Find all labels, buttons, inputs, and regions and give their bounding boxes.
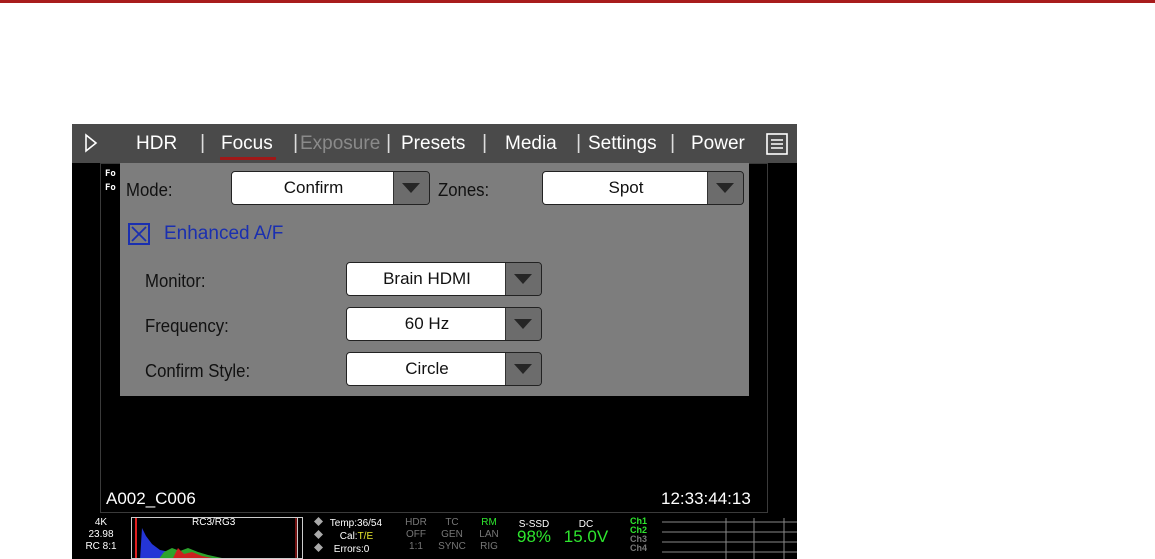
menu-separator: | (293, 132, 299, 154)
menu-bar: HDR | Focus | Exposure | Presets | Media… (72, 124, 797, 163)
dropdown-arrow[interactable] (505, 353, 541, 385)
temp-value: Temp:36/54 (329, 518, 383, 529)
status-dot-icon (314, 543, 323, 552)
clip-name: A002_C006 (106, 489, 196, 508)
color-profile: RC3/RG3 (192, 517, 236, 528)
active-tab-indicator (220, 157, 276, 160)
frequency-value: 60 Hz (347, 308, 507, 340)
timecode-display: 12:33:44:13 (661, 489, 751, 508)
hdr-label: HDR (405, 517, 427, 528)
hdr-status: HDR OFF 1:1 (404, 517, 428, 553)
power-status: DC 15.0V (561, 517, 611, 546)
menu-separator: | (386, 132, 392, 154)
focus-settings-panel: Mode: Confirm Zones: Spot Enhanced A/F M… (120, 163, 749, 396)
zones-label: Zones: (438, 180, 490, 200)
temp-row: Temp:36/54 (314, 517, 382, 530)
status-dot-icon (314, 530, 323, 539)
mode-value: Confirm (232, 172, 395, 204)
system-status: Temp:36/54 Cal:T/E Errors:0 (314, 517, 382, 556)
page-top-rule (0, 0, 1155, 3)
fps-value: 23.98 (88, 529, 114, 540)
menu-item-settings[interactable]: Settings (588, 133, 657, 155)
zones-value: Spot (543, 172, 709, 204)
enhanced-af-label[interactable]: Enhanced A/F (164, 223, 283, 245)
dropdown-arrow[interactable] (393, 172, 429, 204)
errors-row: Errors:0 (314, 543, 382, 556)
chevron-down-icon (402, 183, 420, 193)
compression-value: RC 8:1 (85, 541, 117, 552)
monitor-dropdown[interactable]: Brain HDMI (346, 262, 542, 296)
menu-item-presets[interactable]: Presets (401, 133, 465, 155)
chevron-down-icon (514, 274, 532, 284)
confirm-style-dropdown[interactable]: Circle (346, 352, 542, 386)
monitor-value: Brain HDMI (347, 263, 507, 295)
channel-label: Ch4 (630, 543, 648, 553)
tc-status: TC GEN SYNC (436, 517, 468, 553)
media-value: 98% (516, 527, 552, 546)
tc-gen: GEN (441, 529, 463, 540)
tc-sync: SYNC (438, 541, 466, 552)
enhanced-af-checkbox[interactable] (128, 223, 150, 245)
confirm-style-value: Circle (347, 353, 507, 385)
frequency-dropdown[interactable]: 60 Hz (346, 307, 542, 341)
audio-meters (662, 518, 797, 559)
power-value: 15.0V (563, 527, 609, 546)
cal-value: T/E (357, 531, 374, 542)
zones-dropdown[interactable]: Spot (542, 171, 744, 205)
remote-status: RM LAN RIG (476, 517, 502, 553)
dropdown-arrow[interactable] (505, 308, 541, 340)
dropdown-arrow[interactable] (505, 263, 541, 295)
hdr-ratio: 1:1 (409, 541, 423, 552)
dropdown-arrow[interactable] (707, 172, 743, 204)
chevron-down-icon (514, 364, 532, 374)
status-dot-icon (314, 517, 323, 526)
media-status: S-SSD 98% (514, 517, 554, 546)
menu-separator: | (670, 132, 676, 154)
monitor-label: Monitor: (145, 271, 206, 291)
menu-item-exposure: Exposure (300, 133, 381, 154)
histogram-bracket (297, 517, 303, 559)
errors-value: Errors:0 (333, 544, 370, 555)
play-icon[interactable] (84, 133, 98, 153)
overlay-text-fragment: Fo (105, 183, 116, 193)
format-info: 4K 23.98 RC 8:1 (76, 517, 126, 553)
hdr-value: OFF (406, 529, 426, 540)
resolution-value: 4K (94, 517, 108, 528)
camera-display: HDR | Focus | Exposure | Presets | Media… (72, 124, 797, 559)
menu-item-power[interactable]: Power (691, 133, 745, 155)
chevron-down-icon (514, 319, 532, 329)
menu-separator: | (482, 132, 488, 154)
status-bar: 4K 23.98 RC 8:1 RC3/RG3 Temp:36/54 Cal:T… (72, 516, 797, 559)
menu-item-hdr[interactable]: HDR (136, 133, 177, 155)
chevron-down-icon (716, 183, 734, 193)
audio-channels: Ch1 Ch2 Ch3 Ch4 (630, 517, 647, 553)
menu-list-icon[interactable] (765, 132, 789, 156)
rm-label: RM (481, 517, 497, 528)
mode-dropdown[interactable]: Confirm (231, 171, 430, 205)
cal-label: Cal: (339, 531, 358, 542)
tc-label: TC (445, 517, 459, 528)
rig-label: RIG (480, 541, 498, 552)
cal-row: Cal:T/E (314, 530, 382, 543)
menu-separator: | (576, 132, 582, 154)
menu-item-focus[interactable]: Focus (221, 133, 273, 155)
menu-separator: | (200, 132, 206, 154)
menu-item-media[interactable]: Media (505, 133, 557, 155)
overlay-text-fragment: Fo (105, 169, 116, 179)
mode-label: Mode: (126, 180, 173, 200)
frequency-label: Frequency: (145, 316, 229, 336)
confirm-style-label: Confirm Style: (145, 361, 251, 381)
checkmark-x-icon (131, 226, 147, 242)
lan-label: LAN (479, 529, 499, 540)
